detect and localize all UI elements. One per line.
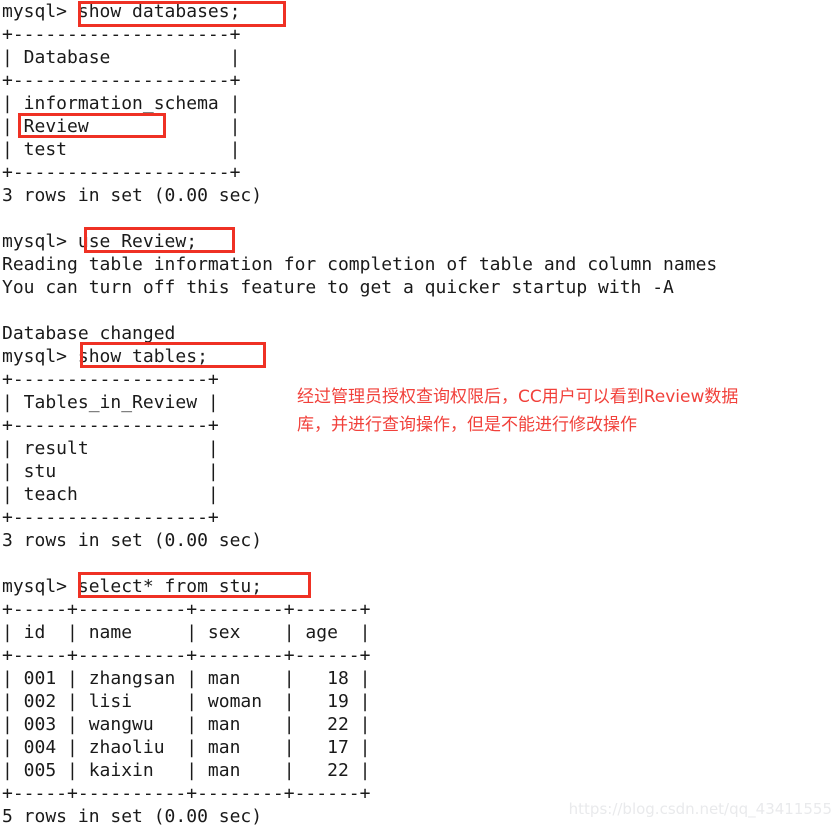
terminal-line: +-----+----------+--------+------+ (2, 783, 371, 804)
terminal-line: Reading table information for completion… (2, 254, 718, 275)
terminal-line: | 003 | wangwu | man | 22 | (2, 714, 371, 735)
terminal-line: 3 rows in set (0.00 sec) (2, 530, 263, 551)
terminal-line: +--------------------+ (2, 162, 241, 183)
terminal-line: | test | (2, 139, 241, 160)
terminal-line: mysql> use Review; (2, 231, 198, 252)
terminal-line: 5 rows in set (0.00 sec) (2, 806, 263, 827)
terminal-line: +-----+----------+--------+------+ (2, 599, 371, 620)
terminal-line: +--------------------+ (2, 24, 241, 45)
terminal-line: | result | (2, 438, 219, 459)
terminal-line: | 001 | zhangsan | man | 18 | (2, 668, 371, 689)
terminal-line: +-----+----------+--------+------+ (2, 645, 371, 666)
terminal-line: | 004 | zhaoliu | man | 17 | (2, 737, 371, 758)
terminal-line: mysql> show databases; (2, 1, 241, 22)
terminal-line: | 002 | lisi | woman | 19 | (2, 691, 371, 712)
annotation-text: 经过管理员授权查询权限后，CC用户可以看到Review数据 库，并进行查询操作，… (297, 387, 739, 435)
terminal-line: | Tables_in_Review | (2, 392, 219, 413)
watermark: https://blog.csdn.net/qq_43411555 (568, 800, 832, 818)
terminal-line: | information_schema | (2, 93, 241, 114)
terminal-line: Database changed (2, 323, 176, 344)
terminal-line: | teach | (2, 484, 219, 505)
terminal-line: | id | name | sex | age | (2, 622, 371, 643)
terminal-line: | 005 | kaixin | man | 22 | (2, 760, 371, 781)
terminal-line: mysql> show tables; (2, 346, 208, 367)
terminal-line: +------------------+ (2, 369, 219, 390)
terminal-line: +--------------------+ (2, 70, 241, 91)
terminal-line: | Database | (2, 47, 241, 68)
terminal-line: 3 rows in set (0.00 sec) (2, 185, 263, 206)
terminal-line: | Review | (2, 116, 241, 137)
terminal-line: mysql> select* from stu; (2, 576, 263, 597)
terminal-line: You can turn off this feature to get a q… (2, 277, 674, 298)
terminal-line: +------------------+ (2, 415, 219, 436)
terminal-line: +------------------+ (2, 507, 219, 528)
terminal-line: | stu | (2, 461, 219, 482)
